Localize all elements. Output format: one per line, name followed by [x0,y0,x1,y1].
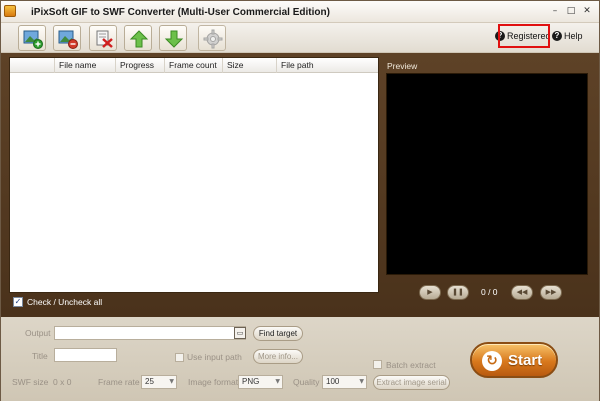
maximize-button[interactable]: □ [565,5,577,17]
help-icon: ? [552,31,562,41]
batch-extract-checkbox[interactable] [373,360,382,369]
arrow-up-icon [129,30,149,48]
check-all-toggle[interactable]: ✓ Check / Uncheck all [13,297,102,307]
more-info-button[interactable]: More info... [253,349,303,364]
clear-list-button[interactable] [89,25,117,51]
file-list[interactable]: File name Progress Frame count Size File… [9,57,379,293]
preview-label: Preview [387,61,418,71]
title-bar: iPixSoft GIF to SWF Converter (Multi-Use… [1,1,599,23]
image-format-label: Image format [188,377,239,387]
next-frame-button[interactable]: ▶▶ [540,285,562,300]
frame-counter: 0 / 0 [481,287,498,297]
help-link[interactable]: ? Help [552,31,583,41]
window-title: iPixSoft GIF to SWF Converter (Multi-Use… [31,7,330,18]
help-label: Help [564,31,583,41]
play-button[interactable]: ▶ [419,285,441,300]
use-input-path-label: Use input path [187,352,242,362]
column-file-name[interactable]: File name [54,58,115,73]
use-input-path-checkbox[interactable] [175,353,184,362]
minimize-button[interactable]: – [549,5,561,17]
dropdown-arrow-icon: ▼ [275,378,280,385]
title-label: Title [32,351,48,361]
column-frame-count[interactable]: Frame count [164,58,222,73]
highlight-box [498,24,550,48]
skip-back-icon: ◀◀ [516,288,528,296]
quality-value: 100 [326,377,340,386]
move-up-button[interactable] [124,25,152,51]
column-progress[interactable]: Progress [115,58,164,73]
add-image-icon [23,30,43,49]
output-field[interactable] [54,326,246,340]
window-controls: – □ ✕ [549,5,593,17]
check-all-label: Check / Uncheck all [27,297,103,307]
column-file-path[interactable]: File path [276,58,378,73]
find-target-button[interactable]: Find target [253,326,303,341]
image-format-select[interactable]: PNG ▼ [238,375,283,389]
start-label: Start [508,352,543,369]
frame-rate-select[interactable]: 25 ▼ [141,375,177,389]
frame-rate-label: Frame rate [98,377,140,387]
pause-icon: ❚❚ [452,288,464,296]
quality-label: Quality [293,377,320,387]
batch-extract-label: Batch extract [386,360,436,370]
folder-icon: ▭ [236,329,244,337]
move-down-button[interactable] [159,25,187,51]
preview-screen [386,73,588,275]
image-format-value: PNG [242,377,260,386]
settings-button[interactable] [198,25,226,51]
app-logo-icon [4,5,16,17]
output-label: Output [25,328,51,338]
frame-rate-value: 25 [145,377,154,386]
remove-image-icon [58,30,78,49]
start-button[interactable]: ↻ Start [470,342,558,378]
column-size[interactable]: Size [222,58,276,73]
main-panel: File name Progress Frame count Size File… [1,53,599,317]
check-all-checkbox[interactable]: ✓ [13,297,23,307]
skip-forward-icon: ▶▶ [545,288,557,296]
extract-image-serial-button[interactable]: Extract image serial [373,375,450,390]
remove-file-button[interactable] [53,25,81,51]
clear-icon [96,30,113,48]
dropdown-arrow-icon: ▼ [169,378,174,385]
dropdown-arrow-icon: ▼ [359,378,364,385]
quality-select[interactable]: 100 ▼ [322,375,367,389]
settings-panel: Output ▭ Find target Title Use input pat… [1,317,599,401]
browse-folder-button[interactable]: ▭ [234,327,246,339]
play-icon: ▶ [427,288,433,296]
refresh-icon: ↻ [482,351,502,371]
add-file-button[interactable] [18,25,46,51]
arrow-down-icon [164,30,184,48]
pause-button[interactable]: ❚❚ [447,285,469,300]
previous-frame-button[interactable]: ◀◀ [511,285,533,300]
swf-size-value: 0 x 0 [53,377,72,387]
title-field[interactable] [54,348,117,362]
gear-icon [203,29,223,49]
toolbar: ? Registered ? Help [1,23,599,53]
app-window: iPixSoft GIF to SWF Converter (Multi-Use… [0,0,600,401]
column-check [10,58,54,73]
file-list-header: File name Progress Frame count Size File… [10,58,378,73]
close-button[interactable]: ✕ [581,5,593,17]
swf-size-label: SWF size [12,377,49,387]
